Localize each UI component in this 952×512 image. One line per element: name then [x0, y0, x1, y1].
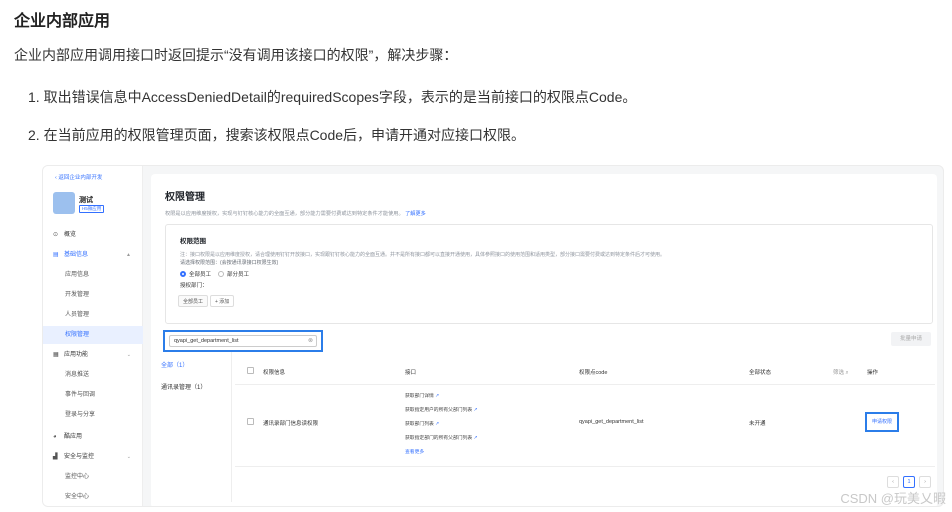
main-panel: 权限管理 权限是以应用维度授权，实现与钉钉核心能力的全面互通，部分能力需要付费或… — [151, 174, 937, 506]
embedded-screenshot: ‹ 返回企业内部开发 测试 H5微应用 ⊙ 概览 ▤ 基础信息 ▲ 应用信息 开发管理… — [42, 165, 944, 507]
page-description: 权限是以应用维度授权，实现与钉钉核心能力的全面互通，部分能力需要付费或达到特定条… — [165, 211, 426, 217]
category-contacts[interactable]: 通讯录管理（1） — [161, 382, 206, 391]
cell-code: qyapi_get_department_list — [579, 419, 644, 425]
learn-more-link[interactable]: 了解更多 — [405, 211, 426, 217]
chart-icon: ▟ — [53, 454, 58, 460]
sidebar-item-security-center[interactable]: 安全中心 — [43, 488, 143, 506]
radio-dot — [218, 271, 224, 277]
header-divider — [235, 384, 935, 385]
category-all[interactable]: 全部（1） — [161, 360, 188, 369]
sidebar-item-monitor[interactable]: 监控中心 — [43, 468, 143, 486]
chevron-up-icon: ▲ — [126, 252, 131, 258]
api-item[interactable]: 获取部门详情 ↗ — [405, 392, 439, 399]
sidebar-item-permissions[interactable]: 权限管理 — [43, 326, 143, 344]
page-1-button[interactable]: 1 — [903, 476, 915, 488]
col-header-api: 接口 — [405, 370, 417, 376]
clear-icon[interactable]: ⊗ — [308, 336, 313, 346]
sidebar-item-login-share[interactable]: 登录与分享 — [43, 406, 143, 424]
dept-chip-all: 全部员工 — [178, 295, 209, 307]
api-item[interactable]: 获取指定部门的所有父部门列表 ↗ — [405, 434, 478, 441]
doc-title: 企业内部应用 — [14, 13, 111, 30]
col-header-action: 操作 — [867, 370, 879, 376]
sidebar-item-security[interactable]: ▟ 安全与监控 ⌄ — [43, 448, 143, 466]
sidebar: ‹ 返回企业内部开发 测试 H5微应用 ⊙ 概览 ▤ 基础信息 ▲ 应用信息 开发管理… — [43, 166, 143, 506]
app-card: 测试 H5微应用 — [51, 192, 137, 218]
row-checkbox[interactable] — [247, 418, 254, 425]
col-header-status[interactable]: 全部状态 — [749, 368, 771, 376]
sidebar-item-message-push[interactable]: 消息推送 — [43, 366, 143, 384]
scope-hint: 请选择权限范围：(会按通讯录接口权限生效) — [180, 260, 279, 266]
chevron-down-icon: ⌄ — [126, 454, 131, 460]
api-item[interactable]: 获取指定用户的所有父部门列表 ↗ — [405, 406, 478, 413]
back-link[interactable]: ‹ 返回企业内部开发 — [55, 173, 102, 181]
home-icon: ⊙ — [53, 232, 59, 238]
add-dept-button[interactable]: + 添加 — [210, 295, 235, 307]
app-name: 测试 — [79, 197, 93, 204]
auth-dept-label: 授权部门： — [180, 283, 208, 289]
app-icon — [53, 192, 75, 214]
filter-button[interactable]: 筛选 ⌕ — [833, 368, 849, 377]
sidebar-item-dev-manage[interactable]: 开发管理 — [43, 286, 143, 304]
batch-apply-button[interactable]: 批量申请 — [891, 332, 931, 346]
row-divider — [235, 466, 935, 467]
scope-note: 注：接口权限是以应用维度授权，请合理使用钉钉开放接口，实现跟钉钉核心能力的全面互… — [180, 252, 666, 258]
col-header-code: 权限点code — [579, 370, 608, 376]
sidebar-item-cool-app[interactable]: ◕ 酷应用 — [43, 428, 143, 446]
external-link-icon: ↗ — [473, 408, 478, 413]
radio-dot — [180, 271, 186, 277]
external-link-icon: ↗ — [435, 394, 440, 399]
app-tag: H5微应用 — [79, 205, 105, 213]
sidebar-item-app-features[interactable]: ▦ 应用功能 ⌄ — [43, 346, 143, 364]
doc-icon: ▤ — [53, 252, 59, 258]
sidebar-item-app-info[interactable]: 应用信息 — [43, 266, 143, 284]
doc-intro: 企业内部应用调用接口时返回提示“没有调用该接口的权限”，解决步骤： — [14, 47, 458, 63]
radio-all-staff[interactable]: 全部员工 — [180, 270, 211, 278]
search-highlight: qyapi_get_department_list ⊗ — [163, 330, 323, 352]
divider — [231, 352, 232, 502]
sidebar-item-events[interactable]: 事件与回调 — [43, 386, 143, 404]
page-title: 权限管理 — [165, 192, 205, 203]
api-item[interactable]: 获取部门列表 ↗ — [405, 420, 439, 427]
search-input[interactable]: qyapi_get_department_list ⊗ — [169, 335, 317, 347]
sidebar-item-overview[interactable]: ⊙ 概览 — [43, 226, 143, 244]
cell-perm: 通讯录部门信息读权限 — [263, 421, 319, 427]
external-link-icon: ↗ — [473, 436, 478, 441]
cool-icon: ◕ — [53, 434, 57, 440]
cell-status: 未开通 — [749, 421, 766, 427]
col-header-perm: 权限信息 — [263, 370, 286, 376]
scope-title: 权限范围 — [180, 238, 206, 245]
radio-part-staff[interactable]: 部分员工 — [218, 270, 249, 278]
doc-step-1: 1. 取出错误信息中AccessDeniedDetail的requiredSco… — [28, 89, 637, 105]
prev-page-button[interactable]: ‹ — [887, 476, 899, 488]
apply-highlight: 申请权限 — [865, 412, 899, 432]
external-link-icon: ↗ — [435, 422, 440, 427]
select-all-checkbox[interactable] — [247, 367, 254, 374]
chevron-down-icon: ⌄ — [126, 352, 131, 358]
apply-permission-button[interactable]: 申请权限 — [869, 417, 895, 427]
watermark: CSDN @玩美乂暇 — [840, 491, 946, 506]
sidebar-item-people[interactable]: 人员管理 — [43, 306, 143, 324]
sidebar-item-basic-info[interactable]: ▤ 基础信息 ▲ — [43, 246, 143, 264]
doc-step-2: 2. 在当前应用的权限管理页面，搜索该权限点Code后，申请开通对应接口权限。 — [28, 127, 526, 143]
view-more-link[interactable]: 查看更多 — [405, 448, 424, 455]
scope-panel: 权限范围 注：接口权限是以应用维度授权，请合理使用钉钉开放接口，实现跟钉钉核心能… — [165, 224, 933, 324]
grid-icon: ▦ — [53, 352, 59, 358]
next-page-button[interactable]: › — [919, 476, 931, 488]
